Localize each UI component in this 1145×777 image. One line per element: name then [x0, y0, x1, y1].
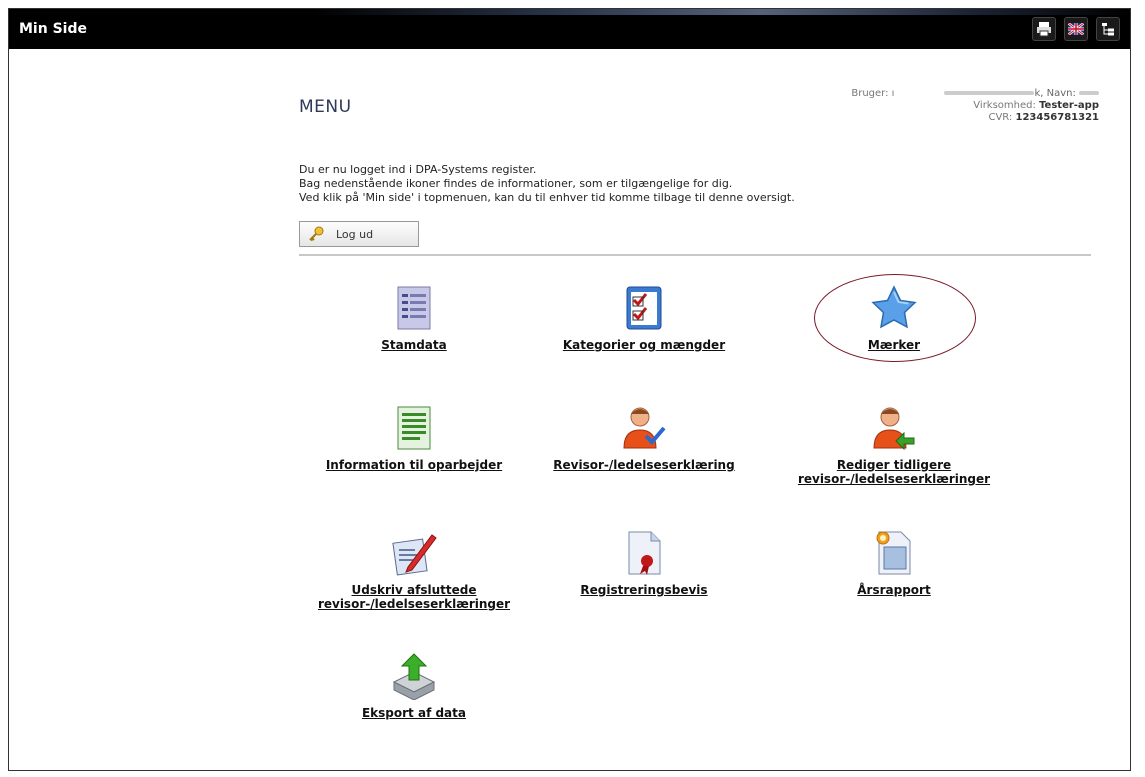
decorative-banner-strip: [309, 9, 1129, 15]
menu-item-information[interactable]: Information til oparbejder: [294, 404, 534, 472]
user-name: k, Navn:: [1034, 88, 1079, 99]
menu-item-label-line2: revisor-/ledelseserklæringer: [797, 472, 991, 486]
document-list-icon: [397, 286, 431, 330]
user-label: Bruger: ı: [851, 88, 895, 99]
sign-document-icon: [392, 534, 437, 576]
company-label: Virksomhed:: [973, 100, 1036, 111]
intro-line-3: Ved klik på 'Min side' i topmenuen, kan …: [299, 191, 795, 204]
uk-flag-icon[interactable]: [1064, 17, 1088, 41]
menu-item-label-line1: Rediger tidligere: [836, 458, 952, 472]
menu-item-maerker[interactable]: Mærker: [774, 284, 1014, 352]
menu-item-label-line2: revisor-/ledelseserklæringer: [317, 597, 511, 611]
top-menu-bar: Min Side: [9, 9, 1130, 49]
menu-item-rediger[interactable]: Rediger tidligere revisor-/ledelseserklæ…: [774, 404, 1014, 486]
sitemap-icon[interactable]: [1096, 17, 1120, 41]
intro-text: Du er nu logget ind i DPA-Systems regist…: [299, 163, 919, 205]
menu-item-eksport[interactable]: Eksport af data: [294, 652, 534, 720]
menu-item-label-line1: Udskriv afsluttede: [351, 583, 477, 597]
user-info: Bruger: ı k, Navn: Virksomhed: Tester-ap…: [851, 88, 1099, 124]
key-icon: [309, 226, 324, 242]
menu-item-kategorier[interactable]: Kategorier og mængder: [524, 284, 764, 352]
person-check-icon: [623, 407, 666, 449]
intro-line-2: Bag nedenstående ikoner findes de inform…: [299, 177, 733, 190]
divider: [299, 254, 1091, 256]
redacted-name: [1079, 91, 1099, 95]
topbar-tools: [1032, 17, 1120, 41]
menu-item-label: Eksport af data: [361, 706, 466, 720]
export-icon: [392, 653, 436, 700]
star-icon: [871, 285, 917, 329]
menu-item-stamdata[interactable]: Stamdata: [294, 284, 534, 352]
logout-label: Log ud: [336, 227, 374, 241]
menu-item-label: Information til oparbejder: [325, 458, 503, 472]
print-icon[interactable]: [1032, 17, 1056, 41]
menu-item-registreringsbevis[interactable]: Registreringsbevis: [524, 529, 764, 597]
page-title: MENU: [299, 97, 352, 117]
annual-report-icon: [876, 531, 911, 575]
menu-item-revisor[interactable]: Revisor-/ledelseserklæring: [524, 404, 764, 472]
redacted-user: [944, 91, 1035, 95]
checklist-icon: [626, 286, 662, 330]
menu-item-label: Mærker: [867, 338, 921, 352]
cvr-value: 123456781321: [1015, 112, 1100, 123]
window-frame: Min Side MENU Bruger: ı k, Navn: Virksom…: [8, 8, 1131, 771]
cvr-label: CVR:: [988, 112, 1013, 123]
company-value: Tester-app: [1039, 100, 1099, 111]
green-document-icon: [397, 406, 431, 450]
menu-item-aarsrapport[interactable]: Årsrapport: [774, 529, 1014, 597]
person-arrow-icon: [873, 407, 915, 451]
intro-line-1: Du er nu logget ind i DPA-Systems regist…: [299, 163, 537, 176]
menu-item-label: Stamdata: [381, 338, 447, 352]
menu-item-udskriv[interactable]: Udskriv afsluttede revisor-/ledelseserkl…: [294, 529, 534, 611]
menu-item-label: Årsrapport: [857, 583, 931, 597]
logout-button[interactable]: Log ud: [299, 221, 419, 247]
certificate-icon: [628, 531, 661, 575]
menu-item-label: Registreringsbevis: [580, 583, 708, 597]
menu-item-label: Revisor-/ledelseserklæring: [553, 458, 735, 472]
min-side-link[interactable]: Min Side: [19, 21, 87, 37]
menu-item-label: Kategorier og mængder: [562, 338, 726, 352]
